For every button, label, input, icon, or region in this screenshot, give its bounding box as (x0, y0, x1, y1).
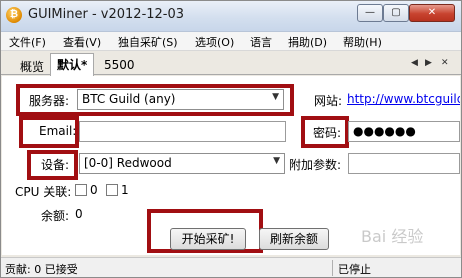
status-divider (332, 260, 333, 276)
password-field[interactable]: ●●●●●● (348, 121, 460, 142)
cpu-0-label: 0 (90, 183, 98, 197)
tab-scroll-right-icon[interactable]: ▶ (425, 58, 432, 68)
menu-help[interactable]: 帮助(H) (343, 34, 382, 50)
cpu-0-checkbox[interactable] (75, 184, 87, 196)
tab-5500[interactable]: 5500 (97, 55, 142, 75)
title-bar[interactable]: ₿ GUIMiner - v2012-12-03 — ▢ ✕ (1, 1, 461, 32)
menu-language[interactable]: 语言 (250, 34, 272, 50)
chevron-down-icon: ▼ (273, 156, 280, 166)
watermark: Bai 经验 (361, 227, 424, 246)
maximize-button[interactable]: ▢ (383, 4, 409, 22)
tab-scroll-left-icon[interactable]: ◀ (411, 58, 418, 68)
close-button[interactable]: ✕ (409, 4, 455, 22)
balance-value: 0 (75, 207, 83, 221)
window-title: GUIMiner - v2012-12-03 (28, 7, 185, 22)
status-state: 已停止 (338, 263, 371, 276)
status-bar: 贡献: 0 已接受 已停止 (1, 257, 461, 277)
refresh-balance-button[interactable]: 刷新余额 (259, 228, 329, 250)
guiminer-window: ₿ GUIMiner - v2012-12-03 — ▢ ✕ 文件(F) 查看(… (0, 0, 462, 278)
status-shares: 贡献: 0 已接受 (5, 263, 78, 276)
tab-close-icon[interactable]: ✕ (441, 58, 449, 68)
menu-options[interactable]: 选项(O) (195, 34, 234, 50)
email-label: Email: (39, 124, 77, 138)
server-select-value: BTC Guild (any) (82, 92, 176, 106)
extra-params-label: 附加参数: (289, 158, 342, 172)
menu-donate[interactable]: 捐助(D) (288, 34, 327, 50)
balance-label: 余额: (41, 209, 70, 223)
tab-overview[interactable]: 概览 (13, 55, 51, 75)
server-label: 服务器: (29, 94, 70, 108)
cpu-affinity-label: CPU 关联: (15, 185, 72, 199)
cpu-1-label: 1 (121, 183, 129, 197)
chevron-down-icon: ▼ (272, 92, 279, 102)
device-select-value: [0-0] Redwood (84, 156, 172, 170)
menu-view[interactable]: 查看(V) (63, 34, 101, 50)
bitcoin-app-icon: ₿ (6, 7, 22, 23)
menu-file[interactable]: 文件(F) (9, 34, 46, 50)
email-field[interactable] (79, 121, 286, 142)
tab-strip: 概览 默认* 5500 ◀ ▶ ✕ (1, 52, 461, 76)
website-link[interactable]: http://www.btcguild (347, 92, 460, 106)
start-mining-button[interactable]: 开始采矿! (170, 228, 246, 250)
website-label: 网站: (314, 94, 343, 108)
extra-params-field[interactable] (348, 153, 460, 174)
device-select[interactable]: [0-0] Redwood ▼ (79, 153, 285, 174)
menu-bar: 文件(F) 查看(V) 独自采矿(S) 选项(O) 语言 捐助(D) 帮助(H) (1, 32, 461, 51)
menu-solo-mining[interactable]: 独自采矿(S) (118, 34, 178, 50)
tab-default[interactable]: 默认* (50, 53, 95, 76)
server-select[interactable]: BTC Guild (any) ▼ (77, 89, 284, 110)
password-label: 密码: (313, 126, 342, 140)
cpu-1-checkbox[interactable] (106, 184, 118, 196)
device-label: 设备: (41, 158, 70, 172)
minimize-button[interactable]: — (357, 4, 383, 22)
